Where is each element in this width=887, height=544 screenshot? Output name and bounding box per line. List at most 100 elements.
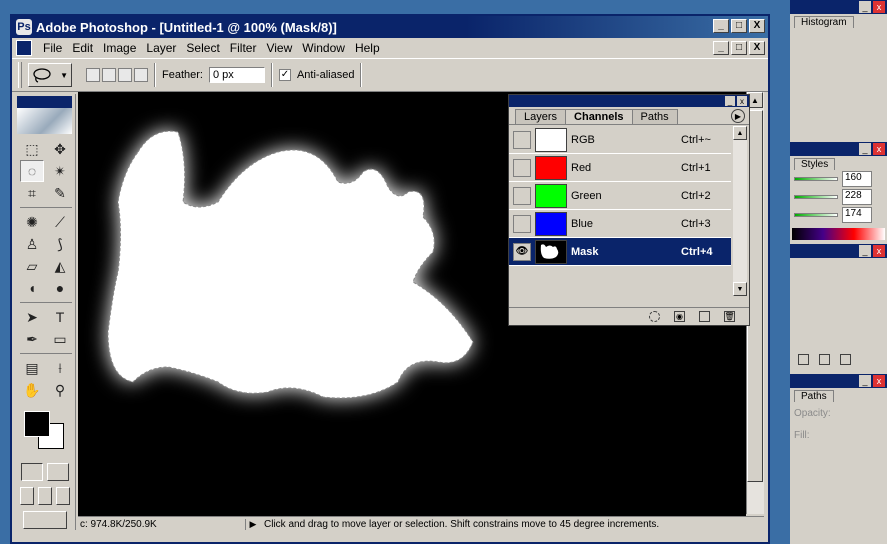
red-value[interactable]: 160 xyxy=(842,171,872,187)
slice-tool-icon[interactable]: ✎ xyxy=(48,182,72,204)
save-selection-icon[interactable]: ◉ xyxy=(674,311,685,322)
channel-row-mask[interactable]: 👁 Mask Ctrl+4 xyxy=(509,238,731,266)
crop-tool-icon[interactable]: ⌗ xyxy=(20,182,44,204)
add-selection-button[interactable] xyxy=(102,68,116,82)
blur-tool-icon[interactable]: ◖ xyxy=(20,277,44,299)
history-brush-icon[interactable]: ⟆ xyxy=(48,233,72,255)
paint-bucket-icon[interactable]: ◭ xyxy=(48,255,72,277)
toolbox-header[interactable] xyxy=(17,96,72,108)
screen-mode-standard-button[interactable] xyxy=(19,487,34,505)
eraser-tool-icon[interactable]: ▱ xyxy=(20,255,44,277)
eye-icon[interactable]: 👁 xyxy=(513,242,531,261)
brush-tool-icon[interactable]: ⟋ xyxy=(48,211,72,233)
tab-histogram[interactable]: Histogram xyxy=(794,16,854,28)
panel-minimize-button[interactable]: _ xyxy=(859,143,871,155)
screen-mode-full-button[interactable] xyxy=(55,487,70,505)
palette-titlebar[interactable]: _ x xyxy=(509,95,749,107)
trash-icon[interactable] xyxy=(840,354,851,365)
doc-restore-button[interactable]: □ xyxy=(731,41,747,55)
standard-mode-button[interactable] xyxy=(20,463,43,481)
menu-edit[interactable]: Edit xyxy=(67,41,98,55)
palette-scroll-up[interactable]: ▲ xyxy=(733,126,747,140)
marquee-tool-icon[interactable]: ⬚ xyxy=(20,138,44,160)
path-selection-icon[interactable]: ➤ xyxy=(20,306,44,328)
palette-scrollbar[interactable]: ▲ ▼ xyxy=(733,126,747,296)
styles-panel-header[interactable]: _ x xyxy=(790,142,887,156)
visibility-toggle[interactable] xyxy=(513,158,531,177)
panel-header[interactable]: _ x xyxy=(790,244,887,258)
dodge-tool-icon[interactable]: ● xyxy=(48,277,72,299)
zoom-tool-icon[interactable]: ⚲ xyxy=(48,379,72,401)
foreground-color-swatch[interactable] xyxy=(24,411,50,437)
title-bar[interactable]: Ps Adobe Photoshop - [Untitled-1 @ 100% … xyxy=(12,16,768,38)
blue-value[interactable]: 174 xyxy=(842,207,872,223)
new-set-icon[interactable] xyxy=(798,354,809,365)
maximize-button[interactable]: □ xyxy=(731,19,747,33)
menu-image[interactable]: Image xyxy=(98,41,141,55)
pen-tool-icon[interactable]: ✒ xyxy=(20,328,44,350)
panel-close-button[interactable]: x xyxy=(873,375,885,387)
panel-minimize-button[interactable]: _ xyxy=(859,245,871,257)
tool-preset-picker[interactable]: ▼ xyxy=(28,63,72,87)
tab-channels[interactable]: Channels xyxy=(565,109,633,124)
shape-tool-icon[interactable]: ▭ xyxy=(48,328,72,350)
menu-view[interactable]: View xyxy=(261,41,297,55)
photoshop-logo[interactable] xyxy=(17,108,72,134)
menu-select[interactable]: Select xyxy=(181,41,224,55)
antialiased-checkbox[interactable]: ✓ xyxy=(278,69,291,81)
load-selection-icon[interactable] xyxy=(649,311,660,322)
screen-mode-full-menu-button[interactable] xyxy=(37,487,52,505)
channel-row-rgb[interactable]: RGB Ctrl+~ xyxy=(509,126,731,154)
palette-minimize-button[interactable]: _ xyxy=(725,96,735,106)
new-selection-button[interactable] xyxy=(86,68,100,82)
magic-wand-tool-icon[interactable]: ✴ xyxy=(48,160,72,182)
channel-row-blue[interactable]: Blue Ctrl+3 xyxy=(509,210,731,238)
tab-paths-dock[interactable]: Paths xyxy=(794,390,834,402)
palette-menu-icon[interactable]: ▶ xyxy=(731,109,745,123)
panel-close-button[interactable]: x xyxy=(873,143,885,155)
histogram-panel-header[interactable]: _ x xyxy=(790,0,887,14)
subtract-selection-button[interactable] xyxy=(118,68,132,82)
options-grip[interactable] xyxy=(18,62,22,88)
blue-slider[interactable] xyxy=(794,213,838,217)
panel-minimize-button[interactable]: _ xyxy=(859,375,871,387)
clone-stamp-icon[interactable]: ♙ xyxy=(20,233,44,255)
document-icon[interactable] xyxy=(16,40,32,56)
menu-window[interactable]: Window xyxy=(297,41,350,55)
type-tool-icon[interactable]: T xyxy=(48,306,72,328)
tab-paths[interactable]: Paths xyxy=(631,109,678,124)
menu-filter[interactable]: Filter xyxy=(225,41,262,55)
close-button[interactable]: X xyxy=(749,19,765,33)
palette-close-button[interactable]: x xyxy=(737,96,747,106)
new-channel-icon[interactable] xyxy=(699,311,710,322)
green-slider[interactable] xyxy=(794,195,838,199)
menu-help[interactable]: Help xyxy=(350,41,385,55)
menu-layer[interactable]: Layer xyxy=(141,41,181,55)
eyedropper-icon[interactable]: ⟊ xyxy=(48,357,72,379)
red-slider[interactable] xyxy=(794,177,838,181)
minimize-button[interactable]: _ xyxy=(713,19,729,33)
visibility-toggle[interactable] xyxy=(513,214,531,233)
tab-styles[interactable]: Styles xyxy=(794,158,836,170)
green-value[interactable]: 228 xyxy=(842,189,872,205)
notes-tool-icon[interactable]: ▤ xyxy=(20,357,44,379)
quick-mask-button[interactable] xyxy=(46,463,69,481)
palette-scroll-down[interactable]: ▼ xyxy=(733,282,747,296)
status-menu-arrow-icon[interactable]: ▶ xyxy=(246,519,260,530)
visibility-toggle[interactable] xyxy=(513,130,531,149)
move-tool-icon[interactable]: ✥ xyxy=(48,138,72,160)
hand-tool-icon[interactable]: ✋ xyxy=(20,379,44,401)
snapshot-icon[interactable] xyxy=(819,354,830,365)
visibility-toggle[interactable] xyxy=(513,186,531,205)
panel-minimize-button[interactable]: _ xyxy=(859,1,871,13)
channel-row-green[interactable]: Green Ctrl+2 xyxy=(509,182,731,210)
jump-to-imageready-button[interactable] xyxy=(22,511,67,529)
paths-panel-header[interactable]: _ x xyxy=(790,374,887,388)
doc-close-button[interactable]: X xyxy=(749,41,765,55)
lasso-tool-icon[interactable]: ◌ xyxy=(20,160,44,182)
color-ramp[interactable] xyxy=(792,228,885,240)
panel-close-button[interactable]: x xyxy=(873,1,885,13)
healing-brush-icon[interactable]: ✺ xyxy=(20,211,44,233)
tab-layers[interactable]: Layers xyxy=(515,109,567,124)
doc-minimize-button[interactable]: _ xyxy=(713,41,729,55)
